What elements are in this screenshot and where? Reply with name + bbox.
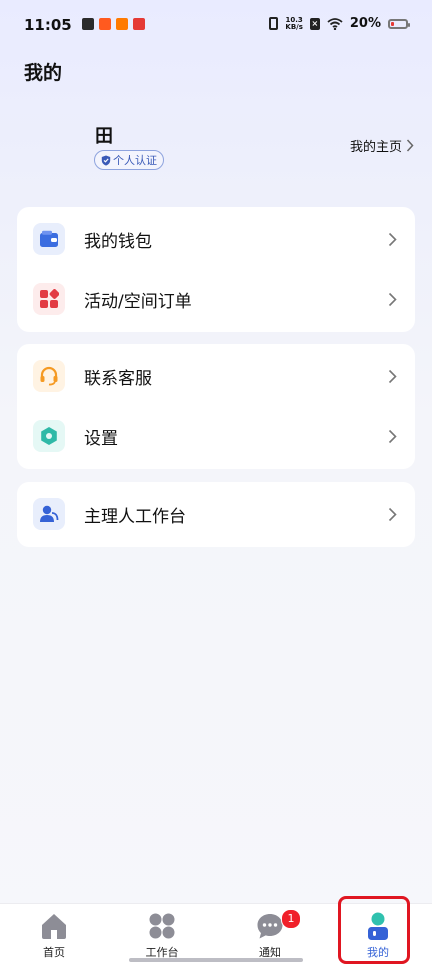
my-homepage-link[interactable]: 我的主页 xyxy=(350,136,414,155)
page-title: 我的 xyxy=(24,62,63,84)
menu-label-settings: 设置 xyxy=(84,428,118,449)
status-time: 11:05 xyxy=(24,16,72,34)
home-icon xyxy=(42,914,66,939)
chevron-right-icon xyxy=(406,139,414,152)
menu-label-wallet: 我的钱包 xyxy=(84,231,152,252)
menu-label-host-workbench: 主理人工作台 xyxy=(84,506,186,527)
app-notification-icon xyxy=(116,18,128,30)
tab-home-label: 首页 xyxy=(43,946,65,959)
status-bar: 11:05 10.3 KB/s × 20% xyxy=(0,0,432,50)
vibrate-icon xyxy=(269,17,279,30)
app-notification-icon xyxy=(99,18,111,30)
battery-percent: 20% xyxy=(349,16,381,31)
apps-icon xyxy=(33,283,65,315)
chevron-right-icon xyxy=(388,429,397,443)
sim-off-icon: × xyxy=(309,17,320,30)
wallet-icon xyxy=(33,223,65,255)
profile-name[interactable]: 田 xyxy=(95,122,113,148)
menu-card-finance: 我的钱包 活动/空间订单 xyxy=(17,207,415,332)
gear-icon xyxy=(33,420,65,452)
my-homepage-label: 我的主页 xyxy=(349,140,402,155)
menu-row-settings[interactable]: 设置 xyxy=(17,406,415,466)
notification-count-badge: 1 xyxy=(281,909,301,929)
gesture-home-indicator[interactable] xyxy=(129,958,303,962)
verification-badge-label: 个人认证 xyxy=(113,154,157,167)
menu-card-support: 联系客服 设置 xyxy=(17,344,415,469)
network-speed: 10.3 KB/s xyxy=(285,16,303,31)
shield-check-icon xyxy=(101,155,111,165)
status-right-group: 10.3 KB/s × 20% xyxy=(269,16,410,31)
chevron-right-icon xyxy=(388,369,397,383)
headset-icon xyxy=(33,360,65,392)
notification-app-icons xyxy=(82,18,145,30)
net-speed-unit: KB/s xyxy=(285,22,303,31)
chevron-right-icon xyxy=(388,232,397,246)
chevron-right-icon xyxy=(388,507,397,521)
wifi-icon xyxy=(327,17,343,30)
tab-workbench[interactable]: 工作台 xyxy=(108,904,216,965)
menu-label-customer-service: 联系客服 xyxy=(84,368,152,389)
battery-icon xyxy=(388,18,410,29)
tab-home[interactable]: 首页 xyxy=(0,904,108,965)
battery-level-fill xyxy=(391,21,394,26)
app-notification-icon xyxy=(133,18,145,30)
chevron-right-icon xyxy=(388,292,397,306)
app-notification-icon xyxy=(82,18,94,30)
menu-row-wallet[interactable]: 我的钱包 xyxy=(17,209,415,269)
menu-label-orders: 活动/空间订单 xyxy=(84,291,192,312)
tab-notifications[interactable]: 1 通知 xyxy=(216,904,324,965)
user-badge-icon xyxy=(33,498,65,530)
verification-badge: 个人认证 xyxy=(94,150,164,170)
menu-row-orders[interactable]: 活动/空间订单 xyxy=(17,269,415,329)
menu-row-host-workbench[interactable]: 主理人工作台 xyxy=(17,484,415,544)
grid-icon xyxy=(149,913,175,939)
menu-row-customer-service[interactable]: 联系客服 xyxy=(17,346,415,406)
menu-card-host: 主理人工作台 xyxy=(17,482,415,547)
active-tab-highlight xyxy=(338,896,410,964)
